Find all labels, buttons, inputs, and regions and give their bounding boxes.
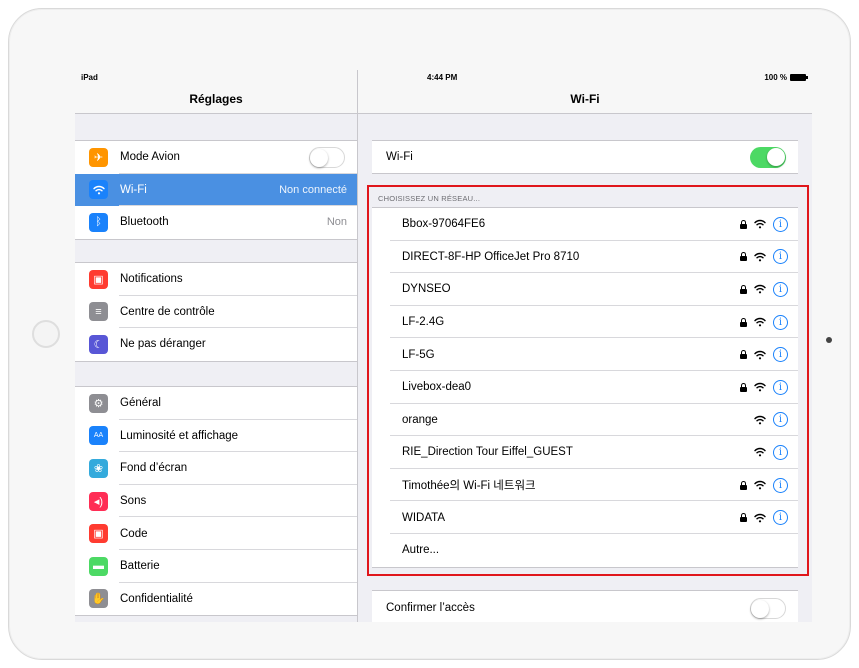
- settings-sidebar: Réglages ✈ Mode Avion Wi-Fi Non connecté ᛒ Bl…: [75, 70, 358, 622]
- home-button[interactable]: [32, 320, 60, 348]
- status-bar: iPad 4:44 PM 100 %: [75, 70, 812, 84]
- network-list-highlight: [367, 185, 809, 576]
- detail-title: Wi-Fi: [570, 92, 600, 106]
- battery-icon: ▬: [89, 556, 108, 576]
- sidebar-item-label: Centre de contrôle: [120, 305, 215, 318]
- moon-icon: ☾: [89, 334, 108, 354]
- privacy-hand-icon: ✋: [89, 589, 108, 609]
- confirm-access-group: Confirmer l’accès: [372, 590, 798, 622]
- sidebar-item-battery[interactable]: ▬ Batterie: [75, 550, 357, 583]
- battery-percent: 100 %: [764, 73, 787, 82]
- sidebar-group-3: ⚙ Général AA Luminosité et affichage ❀ Fond d…: [75, 386, 357, 617]
- airplane-mode-toggle[interactable]: [309, 146, 345, 168]
- sidebar-item-value: Non connecté: [279, 183, 347, 196]
- wifi-toggle-label: Wi-Fi: [386, 151, 413, 163]
- sidebar-group-1: ✈ Mode Avion Wi-Fi Non connecté ᛒ Bluetooth No…: [75, 140, 357, 240]
- sidebar-item-label: Mode Avion: [120, 151, 180, 164]
- sidebar-item-value: Non: [326, 216, 347, 229]
- sidebar-item-sound[interactable]: ◂) Sons: [75, 485, 357, 518]
- sidebar-item-moon[interactable]: ☾ Ne pas déranger: [75, 328, 357, 361]
- sidebar-item-label: Confidentialité: [120, 592, 193, 605]
- clock: 4:44 PM: [427, 73, 458, 82]
- sidebar-group-2: ▣ Notifications ≡ Centre de contrôle ☾ Ne pas…: [75, 262, 357, 362]
- sidebar-item-label: Code: [120, 527, 148, 540]
- lock-icon: ▣: [89, 524, 108, 544]
- sidebar-item-control-center[interactable]: ≡ Centre de contrôle: [75, 296, 357, 329]
- sidebar-item-gear[interactable]: ⚙ Général: [75, 387, 357, 420]
- sidebar-item-label: Batterie: [120, 560, 160, 573]
- control-center-icon: ≡: [89, 302, 108, 322]
- sidebar-item-label: Sons: [120, 495, 147, 508]
- sidebar-item-label: Notifications: [120, 273, 183, 286]
- sidebar-item-label: Fond d’écran: [120, 462, 188, 475]
- wifi-toggle[interactable]: [750, 146, 786, 168]
- device-name: iPad: [81, 73, 98, 82]
- sidebar-item-label: Ne pas déranger: [120, 338, 206, 351]
- gear-icon: ⚙: [89, 393, 108, 413]
- notifications-icon: ▣: [89, 269, 108, 289]
- sidebar-title: Réglages: [189, 92, 243, 106]
- display-icon: AA: [89, 426, 108, 446]
- sidebar-item-airplane[interactable]: ✈ Mode Avion: [75, 141, 357, 174]
- sound-icon: ◂): [89, 491, 108, 511]
- sidebar-item-label: Wi-Fi: [120, 183, 147, 196]
- airplane-icon: ✈: [89, 147, 108, 167]
- sidebar-item-privacy-hand[interactable]: ✋ Confidentialité: [75, 583, 357, 616]
- sidebar-item-wifi[interactable]: Wi-Fi Non connecté: [75, 173, 357, 207]
- battery-icon: [790, 74, 808, 81]
- camera-dot: [826, 337, 832, 343]
- sidebar-item-bluetooth[interactable]: ᛒ Bluetooth Non: [75, 206, 357, 239]
- wifi-toggle-group: Wi-Fi: [372, 140, 798, 174]
- wifi-icon: [89, 180, 108, 200]
- battery-indicator: 100 %: [764, 73, 808, 82]
- bluetooth-icon: ᛒ: [89, 212, 108, 232]
- sidebar-item-wallpaper[interactable]: ❀ Fond d’écran: [75, 452, 357, 485]
- wallpaper-icon: ❀: [89, 458, 108, 478]
- confirm-access-label: Confirmer l’accès: [386, 602, 475, 614]
- confirm-access-row: Confirmer l’accès: [372, 591, 798, 622]
- sidebar-item-notifications[interactable]: ▣ Notifications: [75, 263, 357, 296]
- sidebar-item-lock[interactable]: ▣ Code: [75, 517, 357, 550]
- sidebar-item-label: Général: [120, 397, 161, 410]
- confirm-access-toggle[interactable]: [750, 597, 786, 619]
- sidebar-item-label: Luminosité et affichage: [120, 429, 239, 442]
- sidebar-item-label: Bluetooth: [120, 216, 169, 229]
- sidebar-item-display[interactable]: AA Luminosité et affichage: [75, 420, 357, 453]
- wifi-toggle-row: Wi-Fi: [372, 141, 798, 173]
